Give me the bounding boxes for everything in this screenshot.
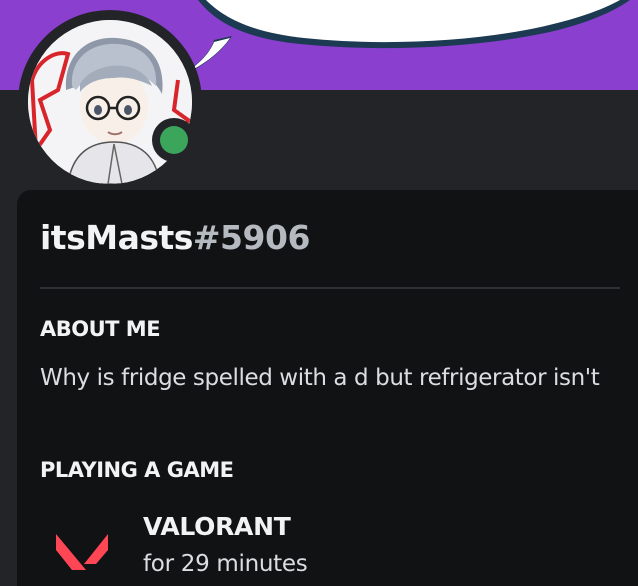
online-status-icon: [160, 126, 188, 154]
status-indicator: [152, 118, 196, 162]
discriminator: #5906: [192, 218, 311, 257]
activity-title: PLAYING A GAME: [40, 458, 234, 482]
about-me-text: Why is fridge spelled with a d but refri…: [40, 365, 600, 391]
profile-popout: itsMasts#5906 ABOUT ME Why is fridge spe…: [0, 0, 638, 586]
avatar-frame[interactable]: [18, 10, 202, 194]
game-name: VALORANT: [143, 512, 291, 541]
divider: [40, 287, 620, 289]
game-elapsed-time: for 29 minutes: [143, 551, 308, 577]
username-heading[interactable]: itsMasts#5906: [40, 218, 310, 257]
valorant-icon: [56, 534, 108, 570]
username: itsMasts: [40, 218, 193, 257]
about-me-title: ABOUT ME: [40, 317, 161, 341]
